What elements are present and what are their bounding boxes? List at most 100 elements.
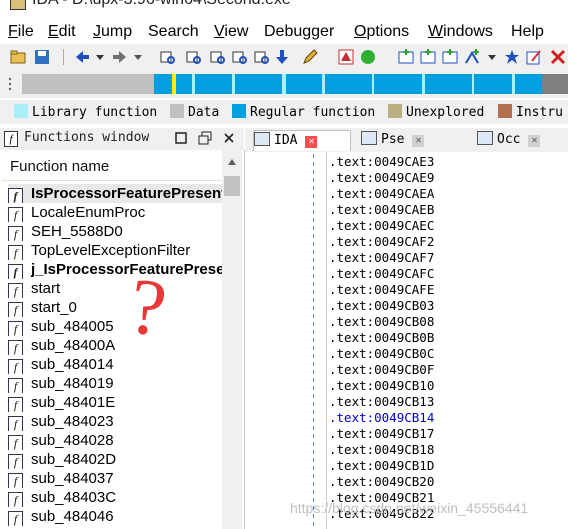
disassembly-line[interactable]: .text:0049CB13	[329, 394, 434, 410]
function-row[interactable]: f start_0	[8, 298, 222, 317]
function-row[interactable]: f sub_48402D	[8, 450, 222, 469]
float-icon[interactable]	[198, 131, 212, 145]
function-row[interactable]: f sub_484019	[8, 374, 222, 393]
maximize-icon[interactable]	[174, 131, 188, 145]
function-row[interactable]: f start	[8, 279, 222, 298]
disassembly-line[interactable]: .text:0049CAF7	[329, 250, 434, 266]
function-row[interactable]: f IsProcessorFeaturePresent	[8, 184, 222, 203]
function-row[interactable]: f sub_484028	[8, 431, 222, 450]
tab-ida[interactable]: IDA ✕	[253, 130, 351, 151]
run-icon[interactable]	[360, 49, 376, 65]
star-icon[interactable]	[504, 49, 520, 65]
jump-down-arrow-icon[interactable]	[274, 49, 290, 65]
back-arrow-icon[interactable]	[74, 49, 90, 65]
ida-view-disassembly[interactable]: .text:0049CAE3 .text:0049CAE9 .text:0049CA…	[245, 152, 568, 529]
function-row[interactable]: f LocaleEnumProc	[8, 203, 222, 222]
disassembly-line[interactable]: .text:0049CB0B	[329, 330, 434, 346]
disassembly-line[interactable]: .text:0049CB17	[329, 426, 434, 442]
menu-windows[interactable]: Windows	[428, 23, 493, 41]
legend-item: Unexplored	[388, 104, 484, 120]
close-icon[interactable]: ✕	[412, 135, 425, 147]
disassembly-line[interactable]: .text:0049CAE9	[329, 170, 434, 186]
add-data-icon[interactable]	[420, 49, 436, 65]
menu-options[interactable]: Options	[354, 23, 409, 41]
save-icon[interactable]	[34, 49, 50, 65]
legend-item: Instru	[498, 104, 563, 120]
close-icon[interactable]: ✕	[305, 136, 318, 148]
legend-label: Regular function	[250, 105, 376, 120]
legend-item: Regular function	[232, 104, 375, 120]
menu-debugger[interactable]: Debugger	[264, 23, 334, 41]
function-row[interactable]: f sub_484046	[8, 507, 222, 526]
disassembly-line[interactable]: .text:0049CB08	[329, 314, 434, 330]
chevron-down-icon[interactable]	[130, 49, 146, 65]
disassembly-line[interactable]: .text:0049CB20	[329, 474, 434, 490]
disassembly-line[interactable]: .text:0049CAFE	[329, 282, 434, 298]
disassembly-line[interactable]: .text:0049CAF2	[329, 234, 434, 250]
search-immediate-icon[interactable]	[232, 49, 248, 65]
column-header-function-name[interactable]: Function name	[2, 154, 230, 181]
disassembly-line[interactable]: .text:0049CB18	[329, 442, 434, 458]
function-row[interactable]: f j_IsProcessorFeaturePresent	[8, 260, 222, 279]
warning-icon[interactable]	[338, 49, 354, 65]
function-row[interactable]: f sub_48400A	[8, 336, 222, 355]
function-row[interactable]: f SEH_5588D0	[8, 222, 222, 241]
function-row[interactable]: f sub_484005	[8, 317, 222, 336]
function-row[interactable]: f TopLevelExceptionFilter	[8, 241, 222, 260]
close-icon[interactable]	[550, 49, 566, 65]
view-tabs: IDA ✕ Pse ✕ Occ ✕	[245, 128, 568, 152]
function-row[interactable]: f sub_484023	[8, 412, 222, 431]
close-icon[interactable]	[222, 131, 236, 145]
scroll-up-icon[interactable]	[227, 158, 237, 166]
disassembly-line[interactable]: .text:0049CB0F	[329, 362, 434, 378]
legend-label: Library function	[32, 105, 158, 120]
close-icon[interactable]: ✕	[528, 135, 541, 147]
search-code-icon[interactable]	[254, 49, 270, 65]
disassembly-line[interactable]: .text:0049CB14	[329, 410, 434, 426]
search-text-icon[interactable]	[186, 49, 202, 65]
search-binary-icon[interactable]	[160, 49, 176, 65]
disassembly-line[interactable]: .text:0049CB1D	[329, 458, 434, 474]
navigation-band[interactable]	[22, 74, 568, 94]
add-struct-icon[interactable]	[464, 49, 480, 65]
function-row[interactable]: f sub_484037	[8, 469, 222, 488]
function-icon: f	[8, 321, 23, 336]
edit-func-icon[interactable]	[526, 49, 542, 65]
tab-pse[interactable]: Pse ✕	[361, 130, 463, 150]
menu-bar: File Edit Jump Search View Debugger Options Win…	[0, 20, 568, 44]
disassembly-line[interactable]: .text:0049CAEC	[329, 218, 434, 234]
open-icon[interactable]	[10, 49, 26, 65]
tab-occ[interactable]: Occ ✕	[477, 130, 567, 150]
menu-view[interactable]: View	[214, 23, 248, 41]
scrollbar-thumb[interactable]	[224, 176, 240, 196]
pencil-icon[interactable]	[302, 49, 318, 65]
disassembly-line[interactable]: .text:0049CAE3	[329, 154, 434, 170]
functions-window: Function name f IsProcessorFeaturePresent…	[0, 150, 245, 529]
search-next-icon[interactable]	[210, 49, 226, 65]
menu-jump[interactable]: Jump	[93, 23, 132, 41]
function-name: sub_484028	[31, 432, 114, 449]
menu-help[interactable]: Help	[511, 23, 544, 41]
disassembly-line[interactable]: .text:0049CB0C	[329, 346, 434, 362]
forward-arrow-icon[interactable]	[112, 49, 128, 65]
chevron-down-icon[interactable]	[484, 49, 500, 65]
disassembly-line[interactable]: .text:0049CAFC	[329, 266, 434, 282]
function-name: sub_484037	[31, 470, 114, 487]
disassembly-line[interactable]: .text:0049CB10	[329, 378, 434, 394]
function-row[interactable]: f sub_48401E	[8, 393, 222, 412]
menu-search[interactable]: Search	[148, 23, 199, 41]
function-row[interactable]: f sub_48403C	[8, 488, 222, 507]
function-name: sub_484014	[31, 356, 114, 373]
legend-label: Data	[188, 105, 220, 120]
chevron-down-icon[interactable]	[92, 49, 108, 65]
add-string-icon[interactable]	[442, 49, 458, 65]
function-row[interactable]: f sub_484014	[8, 355, 222, 374]
function-name: LocaleEnumProc	[31, 204, 146, 221]
disassembly-line[interactable]: .text:0049CAEB	[329, 202, 434, 218]
menu-file[interactable]: File	[8, 23, 34, 41]
disassembly-line[interactable]: .text:0049CB03	[329, 298, 434, 314]
menu-edit[interactable]: Edit	[48, 23, 76, 41]
disassembly-line[interactable]: .text:0049CAEA	[329, 186, 434, 202]
add-code-icon[interactable]	[398, 49, 414, 65]
vertical-scrollbar[interactable]	[222, 150, 242, 529]
